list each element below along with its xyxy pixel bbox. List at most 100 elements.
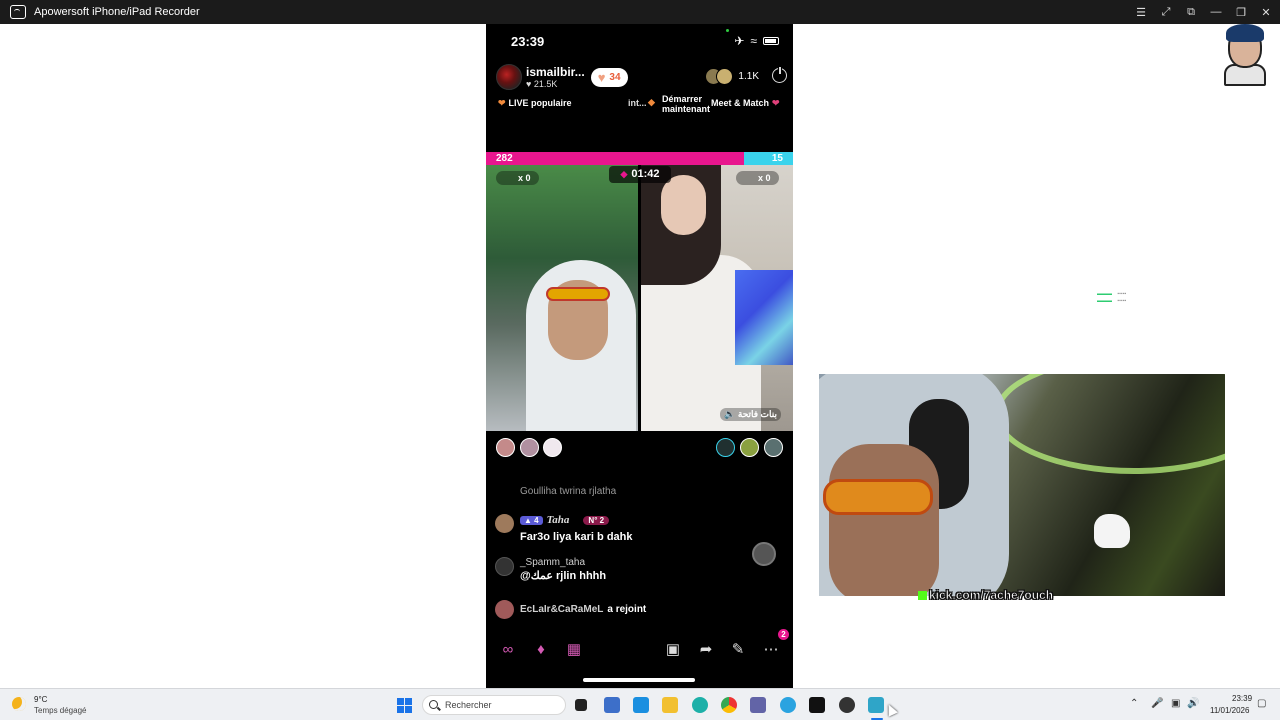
left-gifter-avatar-1[interactable] <box>543 438 562 457</box>
weather-desc[interactable]: Temps dégagé <box>34 706 86 715</box>
chat-avatar[interactable] <box>495 557 514 576</box>
clock-time[interactable]: 23:39 <box>1232 694 1252 703</box>
link-icon[interactable]: ∞ <box>497 640 519 660</box>
match-icon[interactable]: ♦ <box>530 640 552 660</box>
left-streamer-video[interactable] <box>486 165 638 431</box>
clock-date[interactable]: 11/01/2026 <box>1210 706 1249 715</box>
chat-text: @عمك rjlin hhhh <box>520 570 607 582</box>
chat-username[interactable]: ▲ 4 Taha N° 2 <box>520 514 633 526</box>
wifi-icon: ≈ <box>750 34 757 48</box>
notification-badge: 2 <box>778 629 789 640</box>
topic-demarrer[interactable]: Démarrer maintenant <box>648 94 712 114</box>
pin-icon[interactable]: ⧉ <box>1185 6 1197 19</box>
moon-icon[interactable] <box>12 697 26 711</box>
right-gifter-avatar-2[interactable] <box>740 438 759 457</box>
volume-icon[interactable]: 🔊 <box>1187 698 1199 709</box>
host-likes: ♥ 21.5K <box>526 79 585 89</box>
webcam-face <box>829 444 939 596</box>
recorder-taskbar-icon[interactable] <box>839 697 855 713</box>
viewers-button[interactable]: 1.1K <box>705 68 759 85</box>
home-indicator[interactable] <box>583 678 695 682</box>
kick-app-icon[interactable] <box>809 697 825 713</box>
weather-temp[interactable]: 9°C <box>34 695 47 704</box>
file-explorer-icon[interactable] <box>662 697 678 713</box>
apps-icon[interactable]: ▦ <box>563 640 585 660</box>
rank-badge-value: N° 2 <box>588 516 605 525</box>
list-icon[interactable]: ☰ <box>1135 6 1147 19</box>
phone-mirror: 23:39 ✈ ≈ ismailbir... ♥ 21.5K ♥ 34 1.1K… <box>486 24 793 688</box>
heart-icon: ♥ <box>526 79 532 89</box>
host-avatar[interactable] <box>496 64 522 90</box>
chat-avatar[interactable] <box>495 600 514 619</box>
rank-badge: N° 2 <box>583 516 610 525</box>
task-view-icon[interactable] <box>575 699 587 711</box>
topic-live-populaire[interactable]: LIVE populaire <box>498 98 572 109</box>
share-icon[interactable]: ➦ <box>695 640 717 660</box>
camera-indicator-icon <box>726 29 729 32</box>
search-placeholder: Rechercher <box>445 700 492 710</box>
start-icon[interactable] <box>397 698 412 713</box>
host-card[interactable]: ismailbir... ♥ 21.5K ♥ 34 <box>496 64 628 90</box>
right-multiplier: x 0 <box>736 171 779 185</box>
speaker-icon: 🔈 <box>724 409 736 419</box>
wall-poster <box>735 270 793 365</box>
chat-message[interactable]: ▲ 4 Taha N° 2 Far3o liya kari b dahk <box>495 514 633 543</box>
chat-username-text: Taha <box>546 514 570 526</box>
search-icon <box>429 700 438 709</box>
host-name: ismailbir... <box>526 65 585 79</box>
assistive-touch-button[interactable] <box>752 542 776 566</box>
power-icon[interactable] <box>772 66 787 83</box>
score-left: 282 <box>496 153 513 164</box>
edge-icon[interactable] <box>692 697 708 713</box>
chat-join-event[interactable]: EcLaIr&CaRaMeL a rejoint <box>495 600 646 619</box>
right-gifter-avatar-1[interactable] <box>716 438 735 457</box>
ring-light <box>994 374 1225 474</box>
right-streamer-video[interactable] <box>641 165 793 431</box>
more-icon[interactable]: ⋯ <box>760 640 782 660</box>
store-icon[interactable] <box>604 697 620 713</box>
right-gifter-avatar-3[interactable] <box>764 438 783 457</box>
topic-meet-match[interactable]: Meet & Match <box>711 98 780 109</box>
chrome-icon[interactable] <box>721 697 737 713</box>
level-badge: ▲ 4 <box>520 516 543 525</box>
battle-view: x 0 x 0 01:42 🔈 بنات فاتحة <box>486 165 793 431</box>
outlook-icon[interactable] <box>633 697 649 713</box>
windows-taskbar: 9°C Temps dégagé Rechercher ⌃ 🎤 ▣ 🔊 23:3… <box>0 688 1280 720</box>
chat-message[interactable]: _Spamm_taha @عمك rjlin hhhh <box>495 557 606 582</box>
clips-icon[interactable]: ▣ <box>662 640 684 660</box>
topic-truncated[interactable]: int... <box>628 98 647 108</box>
chevron-up-icon[interactable]: ⌃ <box>1130 698 1138 709</box>
right-streamer-caption[interactable]: 🔈 بنات فاتحة <box>720 408 781 421</box>
host-likes-value: 21.5K <box>533 79 558 89</box>
apowersoft-taskbar-icon[interactable] <box>868 697 884 713</box>
notifications-icon[interactable]: ▢ <box>1257 698 1266 709</box>
chat-text: a rejoint <box>607 604 647 615</box>
minimize-icon[interactable]: — <box>1210 6 1222 18</box>
teams-icon[interactable] <box>750 697 766 713</box>
topic-bar: LIVE populaire int... Démarrer maintenan… <box>498 94 785 116</box>
network-icon[interactable]: ▣ <box>1171 698 1180 709</box>
chat-username[interactable]: EcLaIr&CaRaMeL <box>520 604 603 615</box>
expand-icon[interactable]: ⤢ <box>1160 6 1172 19</box>
left-multiplier: x 0 <box>496 171 539 185</box>
telegram-icon[interactable] <box>780 697 796 713</box>
streamer-goggles <box>546 287 610 301</box>
edit-icon[interactable]: ✎ <box>727 640 749 660</box>
webcam-glasses <box>823 479 933 515</box>
chat-avatar[interactable] <box>495 514 514 533</box>
status-time: 23:39 <box>511 34 545 49</box>
left-gifter-avatar-3[interactable] <box>496 438 515 457</box>
microphone-icon[interactable]: 🎤 <box>1151 698 1163 709</box>
viewer-avatar <box>716 68 734 85</box>
left-gifter-avatar-2[interactable] <box>520 438 539 457</box>
search-box[interactable]: Rechercher <box>422 695 566 715</box>
recorder-app-icon <box>10 5 26 19</box>
close-icon[interactable]: ✕ <box>1260 6 1272 19</box>
follow-button[interactable]: ♥ 34 <box>590 67 628 87</box>
app-title: Apowersoft iPhone/iPad Recorder <box>34 6 200 18</box>
restore-icon[interactable]: ❐ <box>1235 6 1247 19</box>
chat-faded-message: Goulliha twrina rjlatha <box>520 486 617 497</box>
battle-timer: 01:42 <box>609 166 671 183</box>
background-object <box>1094 514 1130 548</box>
chat-username[interactable]: _Spamm_taha <box>520 557 606 568</box>
